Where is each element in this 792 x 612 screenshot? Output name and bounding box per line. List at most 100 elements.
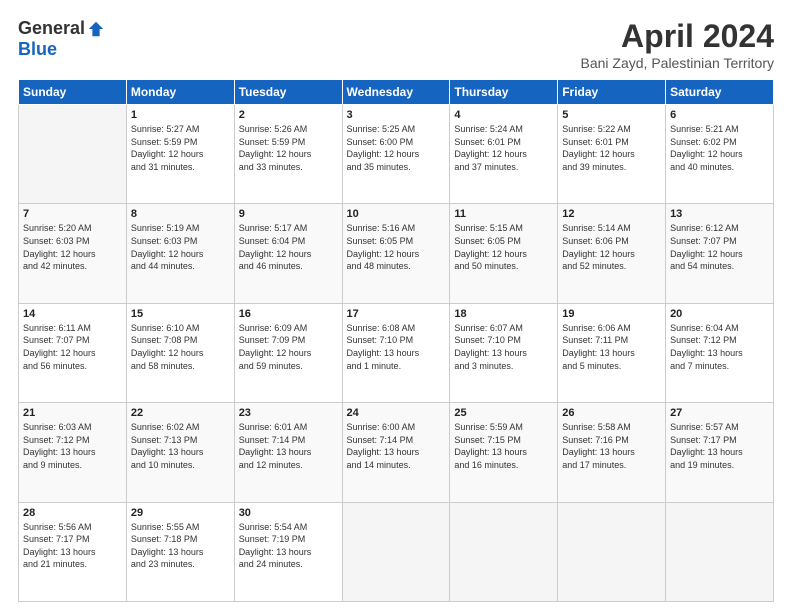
day-content: Sunrise: 6:01 AM Sunset: 7:14 PM Dayligh… xyxy=(239,421,338,471)
calendar-cell: 15 Sunrise: 6:10 AM Sunset: 7:08 PM Dayli… xyxy=(126,303,234,402)
day-content: Sunrise: 5:26 AM Sunset: 5:59 PM Dayligh… xyxy=(239,123,338,173)
calendar-cell: 13 Sunrise: 6:12 AM Sunset: 7:07 PM Dayli… xyxy=(666,204,774,303)
day-content: Sunrise: 5:17 AM Sunset: 6:04 PM Dayligh… xyxy=(239,222,338,272)
calendar-cell: 29Sunrise: 5:55 AM Sunset: 7:18 PM Dayli… xyxy=(126,502,234,601)
day-content: Sunrise: 5:58 AM Sunset: 7:16 PM Dayligh… xyxy=(562,421,661,471)
day-number: 9 xyxy=(239,208,338,220)
day-number: 13 xyxy=(670,208,769,220)
day-header-wednesday: Wednesday xyxy=(342,80,450,105)
calendar-cell xyxy=(342,502,450,601)
day-content: Sunrise: 6:00 AM Sunset: 7:14 PM Dayligh… xyxy=(347,421,446,471)
calendar-cell: 6 Sunrise: 5:21 AM Sunset: 6:02 PM Daylig… xyxy=(666,105,774,204)
day-number: 21 xyxy=(23,407,122,419)
day-number: 26 xyxy=(562,407,661,419)
day-number: 28 xyxy=(23,507,122,519)
calendar-cell: 11Sunrise: 5:15 AM Sunset: 6:05 PM Dayli… xyxy=(450,204,558,303)
calendar-week-2: 7Sunrise: 5:20 AM Sunset: 6:03 PM Daylig… xyxy=(19,204,774,303)
day-content: Sunrise: 6:02 AM Sunset: 7:13 PM Dayligh… xyxy=(131,421,230,471)
day-header-thursday: Thursday xyxy=(450,80,558,105)
day-number: 8 xyxy=(131,208,230,220)
day-number: 17 xyxy=(347,308,446,320)
day-content: Sunrise: 6:12 AM Sunset: 7:07 PM Dayligh… xyxy=(670,222,769,272)
day-content: Sunrise: 5:54 AM Sunset: 7:19 PM Dayligh… xyxy=(239,521,338,571)
calendar-cell: 22 Sunrise: 6:02 AM Sunset: 7:13 PM Dayli… xyxy=(126,403,234,502)
day-number: 15 xyxy=(131,308,230,320)
day-number: 27 xyxy=(670,407,769,419)
day-header-monday: Monday xyxy=(126,80,234,105)
day-content: Sunrise: 5:19 AM Sunset: 6:03 PM Dayligh… xyxy=(131,222,230,272)
calendar-cell: 12Sunrise: 5:14 AM Sunset: 6:06 PM Dayli… xyxy=(558,204,666,303)
day-number: 18 xyxy=(454,308,553,320)
day-number: 10 xyxy=(347,208,446,220)
day-number: 4 xyxy=(454,109,553,121)
day-number: 29 xyxy=(131,507,230,519)
calendar-cell: 25 Sunrise: 5:59 AM Sunset: 7:15 PM Dayli… xyxy=(450,403,558,502)
calendar-cell: 18 Sunrise: 6:07 AM Sunset: 7:10 PM Dayli… xyxy=(450,303,558,402)
day-content: Sunrise: 6:07 AM Sunset: 7:10 PM Dayligh… xyxy=(454,322,553,372)
day-content: Sunrise: 5:15 AM Sunset: 6:05 PM Dayligh… xyxy=(454,222,553,272)
day-number: 19 xyxy=(562,308,661,320)
day-number: 1 xyxy=(131,109,230,121)
day-content: Sunrise: 6:11 AM Sunset: 7:07 PM Dayligh… xyxy=(23,322,122,372)
calendar-cell xyxy=(558,502,666,601)
day-number: 30 xyxy=(239,507,338,519)
day-content: Sunrise: 6:10 AM Sunset: 7:08 PM Dayligh… xyxy=(131,322,230,372)
calendar-cell: 14 Sunrise: 6:11 AM Sunset: 7:07 PM Dayli… xyxy=(19,303,127,402)
day-content: Sunrise: 5:25 AM Sunset: 6:00 PM Dayligh… xyxy=(347,123,446,173)
calendar-cell: 26 Sunrise: 5:58 AM Sunset: 7:16 PM Dayli… xyxy=(558,403,666,502)
day-content: Sunrise: 5:22 AM Sunset: 6:01 PM Dayligh… xyxy=(562,123,661,173)
logo-blue: Blue xyxy=(18,39,57,60)
day-number: 23 xyxy=(239,407,338,419)
header: General Blue April 2024 Bani Zayd, Pales… xyxy=(18,18,774,71)
day-content: Sunrise: 6:03 AM Sunset: 7:12 PM Dayligh… xyxy=(23,421,122,471)
calendar-cell: 23 Sunrise: 6:01 AM Sunset: 7:14 PM Dayli… xyxy=(234,403,342,502)
calendar-cell: 16Sunrise: 6:09 AM Sunset: 7:09 PM Dayli… xyxy=(234,303,342,402)
day-number: 14 xyxy=(23,308,122,320)
day-number: 25 xyxy=(454,407,553,419)
calendar-cell: 4Sunrise: 5:24 AM Sunset: 6:01 PM Daylig… xyxy=(450,105,558,204)
day-content: Sunrise: 5:21 AM Sunset: 6:02 PM Dayligh… xyxy=(670,123,769,173)
calendar-cell: 3Sunrise: 5:25 AM Sunset: 6:00 PM Daylig… xyxy=(342,105,450,204)
calendar-cell: 17Sunrise: 6:08 AM Sunset: 7:10 PM Dayli… xyxy=(342,303,450,402)
calendar-cell: 27 Sunrise: 5:57 AM Sunset: 7:17 PM Dayli… xyxy=(666,403,774,502)
logo: General Blue xyxy=(18,18,105,60)
day-content: Sunrise: 6:04 AM Sunset: 7:12 PM Dayligh… xyxy=(670,322,769,372)
day-content: Sunrise: 5:57 AM Sunset: 7:17 PM Dayligh… xyxy=(670,421,769,471)
day-content: Sunrise: 5:59 AM Sunset: 7:15 PM Dayligh… xyxy=(454,421,553,471)
day-number: 22 xyxy=(131,407,230,419)
day-number: 16 xyxy=(239,308,338,320)
calendar-table: SundayMondayTuesdayWednesdayThursdayFrid… xyxy=(18,79,774,602)
day-number: 24 xyxy=(347,407,446,419)
location: Bani Zayd, Palestinian Territory xyxy=(581,55,775,71)
calendar-cell: 8 Sunrise: 5:19 AM Sunset: 6:03 PM Daylig… xyxy=(126,204,234,303)
calendar-cell: 10Sunrise: 5:16 AM Sunset: 6:05 PM Dayli… xyxy=(342,204,450,303)
day-content: Sunrise: 6:06 AM Sunset: 7:11 PM Dayligh… xyxy=(562,322,661,372)
calendar-cell xyxy=(666,502,774,601)
calendar-week-5: 28 Sunrise: 5:56 AM Sunset: 7:17 PM Dayli… xyxy=(19,502,774,601)
day-number: 5 xyxy=(562,109,661,121)
calendar-cell: 1 Sunrise: 5:27 AM Sunset: 5:59 PM Daylig… xyxy=(126,105,234,204)
calendar-cell: 2Sunrise: 5:26 AM Sunset: 5:59 PM Daylig… xyxy=(234,105,342,204)
day-number: 12 xyxy=(562,208,661,220)
calendar-cell: 30 Sunrise: 5:54 AM Sunset: 7:19 PM Dayli… xyxy=(234,502,342,601)
day-content: Sunrise: 5:20 AM Sunset: 6:03 PM Dayligh… xyxy=(23,222,122,272)
logo-general: General xyxy=(18,18,85,39)
calendar-cell: 20 Sunrise: 6:04 AM Sunset: 7:12 PM Dayli… xyxy=(666,303,774,402)
day-header-saturday: Saturday xyxy=(666,80,774,105)
title-area: April 2024 Bani Zayd, Palestinian Territ… xyxy=(581,18,775,71)
day-number: 6 xyxy=(670,109,769,121)
day-number: 20 xyxy=(670,308,769,320)
calendar-cell: 5 Sunrise: 5:22 AM Sunset: 6:01 PM Daylig… xyxy=(558,105,666,204)
month-title: April 2024 xyxy=(581,18,775,55)
calendar-cell: 24 Sunrise: 6:00 AM Sunset: 7:14 PM Dayli… xyxy=(342,403,450,502)
calendar-cell: 9 Sunrise: 5:17 AM Sunset: 6:04 PM Daylig… xyxy=(234,204,342,303)
day-header-tuesday: Tuesday xyxy=(234,80,342,105)
calendar-header-row: SundayMondayTuesdayWednesdayThursdayFrid… xyxy=(19,80,774,105)
calendar-week-4: 21 Sunrise: 6:03 AM Sunset: 7:12 PM Dayli… xyxy=(19,403,774,502)
day-header-sunday: Sunday xyxy=(19,80,127,105)
calendar-week-1: 1 Sunrise: 5:27 AM Sunset: 5:59 PM Daylig… xyxy=(19,105,774,204)
calendar-cell: 21 Sunrise: 6:03 AM Sunset: 7:12 PM Dayli… xyxy=(19,403,127,502)
day-content: Sunrise: 5:27 AM Sunset: 5:59 PM Dayligh… xyxy=(131,123,230,173)
day-content: Sunrise: 5:56 AM Sunset: 7:17 PM Dayligh… xyxy=(23,521,122,571)
day-header-friday: Friday xyxy=(558,80,666,105)
